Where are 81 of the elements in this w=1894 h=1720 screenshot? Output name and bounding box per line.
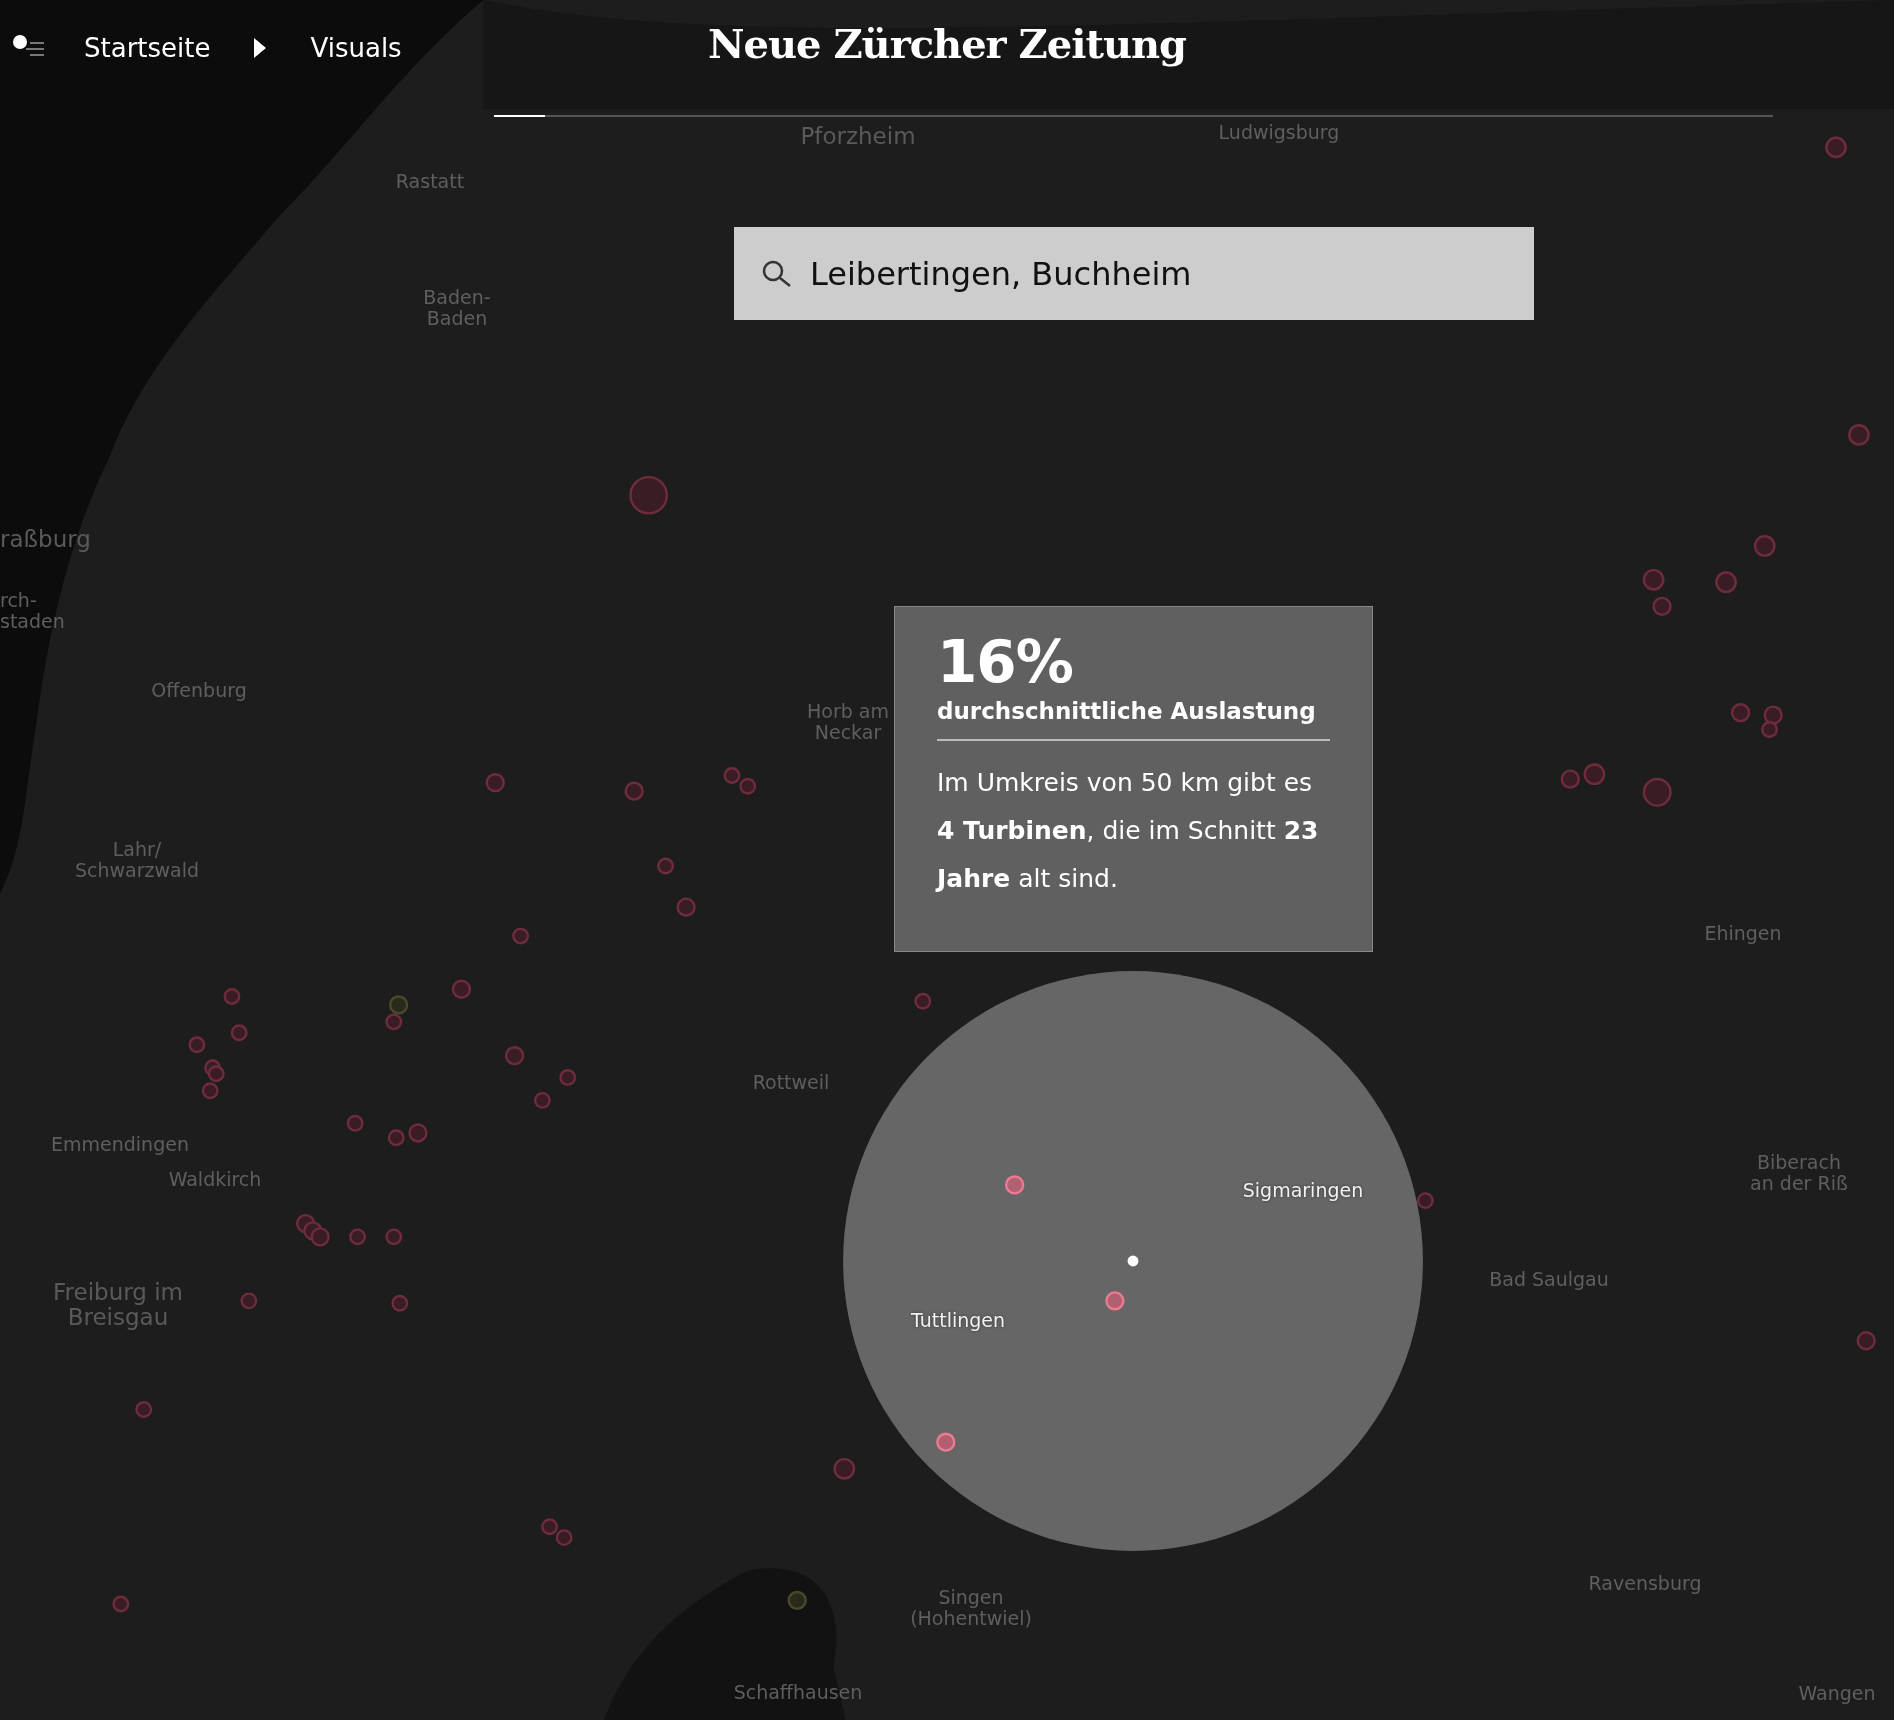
turbine-marker[interactable] bbox=[387, 1129, 405, 1147]
turbine-marker[interactable] bbox=[1753, 535, 1776, 557]
map-place-label: Schaffhausen bbox=[733, 1681, 863, 1703]
turbine-marker[interactable] bbox=[1642, 568, 1665, 591]
turbine-marker[interactable] bbox=[201, 1082, 219, 1100]
map-place-label: Baden- Baden bbox=[423, 287, 491, 329]
turbine-marker[interactable] bbox=[408, 1123, 428, 1143]
utilization-label: durchschnittliche Auslastung bbox=[937, 694, 1330, 741]
turbine-marker[interactable] bbox=[188, 1036, 206, 1054]
turbine-summary: Im Umkreis von 50 km gibt es 4 Turbinen, die im Schnitt 23 Jahre alt sind. bbox=[937, 767, 1320, 895]
turbine-marker[interactable] bbox=[559, 1068, 577, 1086]
turbine-marker[interactable] bbox=[1763, 705, 1783, 725]
map-place-label: Pforzheim bbox=[800, 124, 916, 150]
turbine-marker[interactable] bbox=[207, 1065, 225, 1083]
turbine-marker[interactable] bbox=[787, 1590, 807, 1611]
turbine-marker[interactable] bbox=[230, 1024, 248, 1042]
turbine-marker[interactable] bbox=[1560, 769, 1580, 789]
breadcrumb-link[interactable]: Visuals bbox=[310, 33, 402, 63]
turbine-marker[interactable] bbox=[346, 1114, 364, 1132]
turbine-marker[interactable] bbox=[1105, 1291, 1125, 1311]
map-place-label: Emmendingen bbox=[51, 1133, 189, 1155]
turbine-marker[interactable] bbox=[739, 777, 757, 795]
map-place-label: Ludwigsburg bbox=[1218, 121, 1340, 143]
search-field[interactable]: Leibertingen, Buchheim bbox=[810, 254, 1510, 293]
breadcrumb-link[interactable]: Startseite bbox=[84, 33, 211, 63]
map-place-label: Freiburg im Breisgau bbox=[53, 1279, 183, 1331]
turbine-marker[interactable] bbox=[1583, 763, 1606, 786]
turbine-marker[interactable] bbox=[391, 1294, 409, 1312]
turbine-marker[interactable] bbox=[451, 979, 472, 999]
map-place-label: Bad Saulgau bbox=[1489, 1268, 1609, 1290]
turbine-marker[interactable] bbox=[512, 927, 530, 945]
turbine-marker[interactable] bbox=[504, 1046, 525, 1066]
turbine-marker[interactable] bbox=[533, 1091, 551, 1109]
turbine-marker[interactable] bbox=[936, 1432, 956, 1452]
turbine-marker[interactable] bbox=[135, 1401, 153, 1419]
turbine-marker[interactable] bbox=[223, 988, 241, 1005]
map-place-label: Biberach an der Riß bbox=[1750, 1152, 1848, 1194]
turbine-marker[interactable] bbox=[723, 767, 741, 784]
turbine-marker[interactable] bbox=[1825, 136, 1847, 159]
map-place-label: Rottweil bbox=[752, 1071, 830, 1093]
turbine-marker[interactable] bbox=[1761, 721, 1778, 738]
caret-icon bbox=[254, 38, 267, 58]
turbine-marker[interactable] bbox=[1652, 596, 1672, 616]
turbine-marker[interactable] bbox=[1642, 777, 1672, 807]
turbine-marker[interactable] bbox=[385, 1013, 403, 1031]
turbine-marker[interactable] bbox=[555, 1529, 573, 1547]
map-place-label: Ravensburg bbox=[1588, 1572, 1702, 1594]
turbine-marker[interactable] bbox=[914, 992, 932, 1010]
map-place-label: Singen (Hohentwiel) bbox=[910, 1587, 1032, 1629]
turbine-marker[interactable] bbox=[833, 1457, 856, 1480]
turbine-marker[interactable] bbox=[385, 1228, 403, 1246]
turbine-marker[interactable] bbox=[240, 1292, 258, 1310]
turbine-marker[interactable] bbox=[657, 857, 674, 875]
map-place-label: Waldkirch bbox=[168, 1168, 262, 1190]
map-place-label: Ehingen bbox=[1704, 922, 1782, 944]
turbine-marker[interactable] bbox=[310, 1227, 330, 1247]
map-place-label: Tuttlingen bbox=[910, 1309, 1006, 1331]
turbine-marker[interactable] bbox=[349, 1228, 366, 1246]
turbine-marker[interactable] bbox=[676, 897, 696, 917]
map-place-label: Sigmaringen bbox=[1242, 1179, 1364, 1201]
turbine-marker[interactable] bbox=[541, 1518, 559, 1536]
map-place-label: Wangen bbox=[1798, 1682, 1876, 1704]
turbine-marker[interactable] bbox=[1416, 1192, 1434, 1210]
turbine-marker[interactable] bbox=[624, 781, 644, 801]
location-dot bbox=[1127, 1255, 1139, 1267]
turbine-marker[interactable] bbox=[112, 1595, 130, 1613]
turbine-marker[interactable] bbox=[629, 475, 668, 515]
turbine-marker[interactable] bbox=[1005, 1175, 1025, 1195]
map-place-label: Rastatt bbox=[395, 170, 465, 192]
turbine-marker[interactable] bbox=[1730, 703, 1751, 723]
map-place-label: Lahr/ Schwarzwald bbox=[75, 839, 199, 881]
turbine-marker[interactable] bbox=[388, 995, 409, 1015]
newspaper-logo[interactable]: Neue Zürcher Zeitung bbox=[707, 20, 1187, 67]
map-place-label: Offenburg bbox=[151, 679, 247, 701]
map-place-label: raßburg bbox=[0, 527, 91, 553]
turbine-marker[interactable] bbox=[485, 773, 505, 793]
utilization-value: 16% bbox=[937, 631, 1074, 695]
search-bar[interactable]: Leibertingen, Buchheim bbox=[734, 227, 1534, 320]
map-place-label: rch- staden bbox=[0, 590, 65, 632]
turbine-marker[interactable] bbox=[1856, 1331, 1876, 1351]
map-place-label: Horb am Neckar bbox=[807, 701, 889, 743]
